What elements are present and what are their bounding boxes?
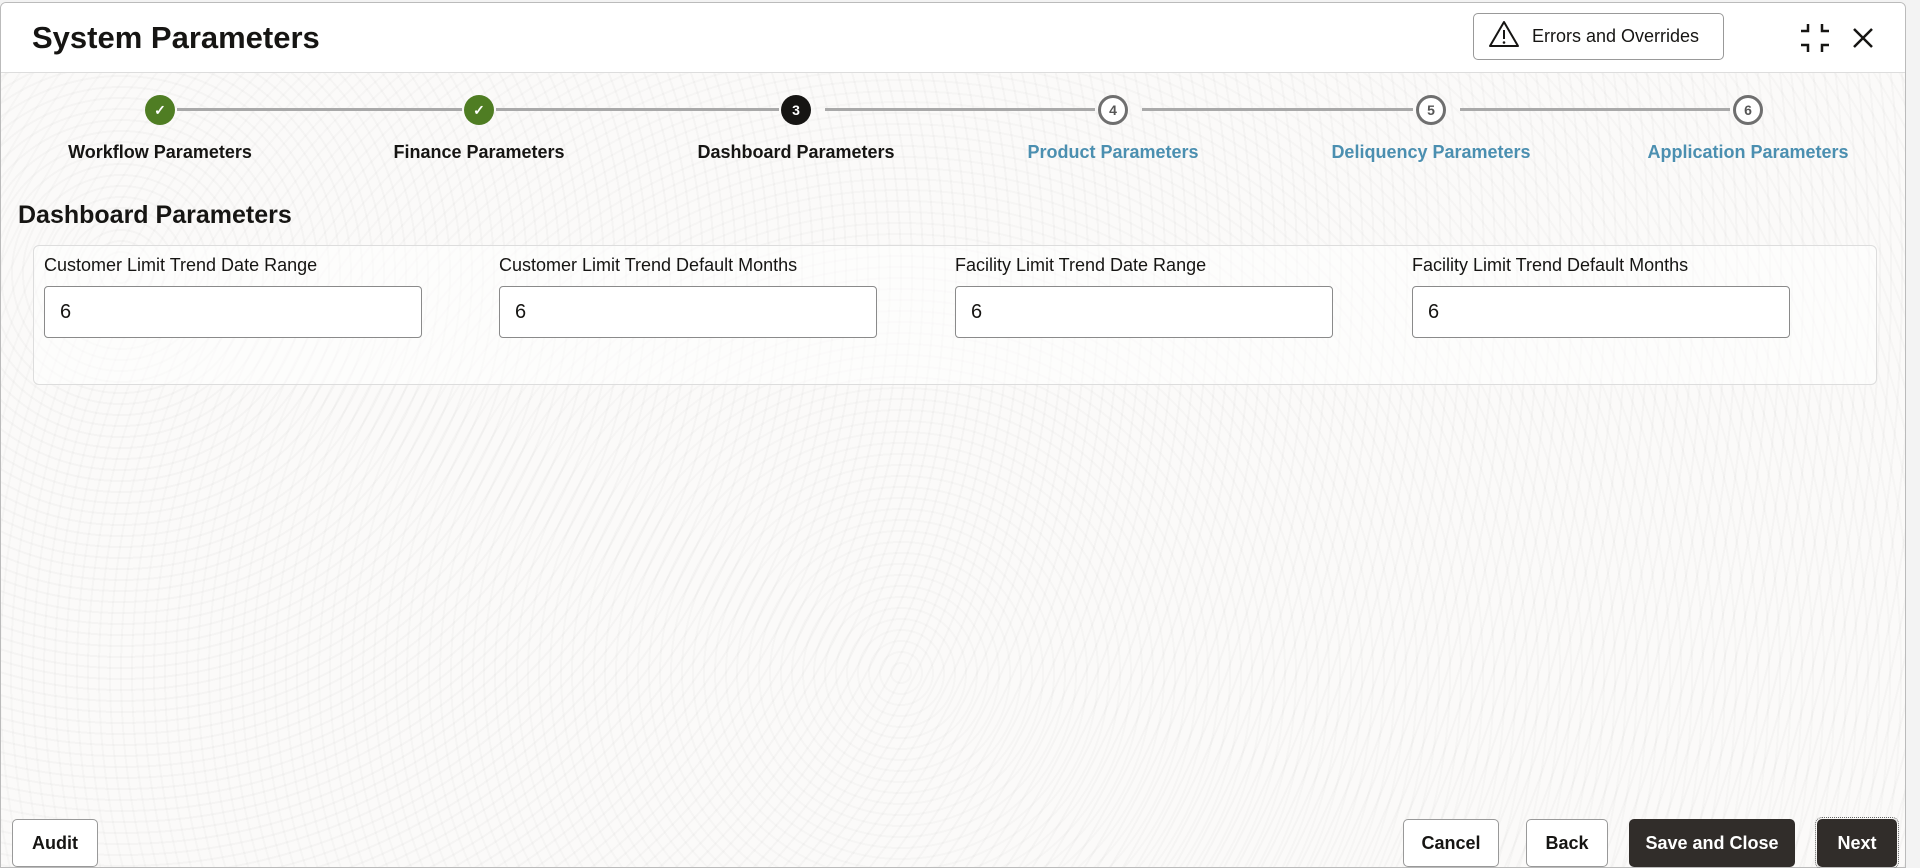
step-product-parameters[interactable]: 4 Product Parameters bbox=[963, 95, 1263, 163]
background-pattern bbox=[1, 73, 1905, 867]
field-label: Customer Limit Trend Default Months bbox=[499, 255, 798, 275]
system-parameters-window: System Parameters Errors and Overrides ✓… bbox=[0, 2, 1906, 868]
back-button[interactable]: Back bbox=[1526, 819, 1608, 867]
step-label: Dashboard Parameters bbox=[697, 142, 895, 162]
step-workflow-parameters[interactable]: ✓ Workflow Parameters bbox=[10, 95, 310, 163]
audit-button[interactable]: Audit bbox=[12, 819, 98, 867]
step-label[interactable]: Application Parameters bbox=[1598, 142, 1898, 163]
section-title: Dashboard Parameters bbox=[18, 201, 292, 229]
customer-limit-trend-date-range-input[interactable] bbox=[44, 286, 422, 338]
facility-limit-trend-default-months-input[interactable] bbox=[1412, 286, 1790, 338]
step-number: 3 bbox=[781, 95, 811, 125]
step-application-parameters[interactable]: 6 Application Parameters bbox=[1598, 95, 1898, 163]
header: System Parameters Errors and Overrides bbox=[1, 3, 1905, 73]
step-label: Workflow Parameters bbox=[68, 142, 252, 162]
step-label[interactable]: Deliquency Parameters bbox=[1281, 142, 1581, 163]
step-label: Finance Parameters bbox=[393, 142, 565, 162]
collapse-icon[interactable] bbox=[1798, 21, 1832, 55]
step-number: 4 bbox=[1098, 95, 1128, 125]
save-and-close-button[interactable]: Save and Close bbox=[1629, 819, 1795, 867]
facility-limit-trend-default-months-field: Facility Limit Trend Default Months bbox=[1412, 255, 1790, 338]
step-number: 6 bbox=[1733, 95, 1763, 125]
field-label: Customer Limit Trend Date Range bbox=[44, 255, 318, 275]
page-title: System Parameters bbox=[32, 20, 320, 55]
warning-icon bbox=[1488, 20, 1520, 53]
facility-limit-trend-date-range-input[interactable] bbox=[955, 286, 1333, 338]
check-icon: ✓ bbox=[145, 95, 175, 125]
customer-limit-trend-default-months-field: Customer Limit Trend Default Months bbox=[499, 255, 877, 338]
errors-and-overrides-button[interactable]: Errors and Overrides bbox=[1473, 13, 1724, 60]
step-dashboard-parameters[interactable]: 3 Dashboard Parameters bbox=[646, 95, 946, 163]
step-deliquency-parameters[interactable]: 5 Deliquency Parameters bbox=[1281, 95, 1581, 163]
customer-limit-trend-date-range-field: Customer Limit Trend Date Range bbox=[44, 255, 422, 338]
field-label: Facility Limit Trend Default Months bbox=[1412, 255, 1689, 275]
next-button[interactable]: Next bbox=[1815, 817, 1899, 868]
close-icon[interactable] bbox=[1846, 21, 1880, 55]
check-icon: ✓ bbox=[464, 95, 494, 125]
step-number: 5 bbox=[1416, 95, 1446, 125]
field-label: Facility Limit Trend Date Range bbox=[955, 255, 1207, 275]
cancel-button[interactable]: Cancel bbox=[1403, 819, 1499, 867]
errors-and-overrides-label: Errors and Overrides bbox=[1532, 26, 1700, 46]
step-label[interactable]: Product Parameters bbox=[963, 142, 1263, 163]
customer-limit-trend-default-months-input[interactable] bbox=[499, 286, 877, 338]
facility-limit-trend-date-range-field: Facility Limit Trend Date Range bbox=[955, 255, 1333, 338]
step-finance-parameters[interactable]: ✓ Finance Parameters bbox=[329, 95, 629, 163]
